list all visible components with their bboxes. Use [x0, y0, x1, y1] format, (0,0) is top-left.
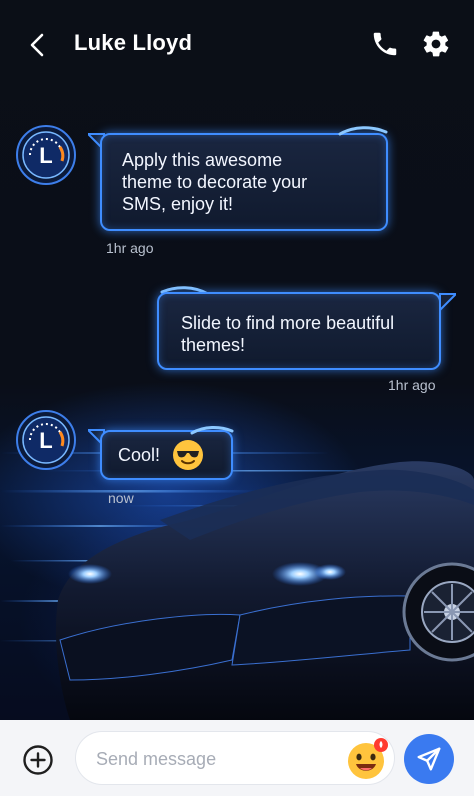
message-text-line: theme to decorate your [122, 172, 308, 192]
send-button[interactable] [404, 734, 454, 784]
message-text-line: Cool! [118, 445, 161, 465]
contact-avatar[interactable]: L [16, 410, 76, 470]
message-composer [0, 720, 474, 796]
message-text-line: Slide to find more beautiful [181, 313, 395, 333]
plus-circle-icon [23, 745, 53, 775]
chat-screen: Luke Lloyd L Apply this awesome theme to… [0, 0, 474, 796]
message-bubble-outgoing[interactable]: Slide to find more beautiful themes! [157, 292, 441, 370]
back-button[interactable] [22, 30, 52, 60]
speedometer-avatar-icon: L [16, 410, 76, 470]
chevron-left-icon [30, 33, 44, 57]
bubble-flare [338, 126, 388, 136]
avatar-letter: L [39, 143, 52, 168]
paper-plane-icon [417, 747, 441, 771]
message-input-container [76, 732, 394, 784]
message-timestamp: now [108, 490, 134, 506]
bubble-flare [190, 426, 234, 435]
car-wallpaper [0, 452, 474, 720]
settings-button[interactable] [421, 29, 451, 59]
contact-name: Luke Lloyd [74, 30, 193, 55]
contact-avatar[interactable]: L [16, 125, 76, 185]
sunglasses-emoji-icon [173, 440, 204, 470]
message-text-line: SMS, enjoy it! [122, 194, 234, 214]
emoji-button[interactable] [344, 737, 390, 781]
message-bubble-incoming[interactable]: Apply this awesome theme to decorate you… [100, 133, 388, 231]
message-input[interactable] [94, 745, 338, 773]
add-attachment-button[interactable] [22, 744, 54, 776]
phone-icon [373, 32, 397, 56]
avatar-letter: L [39, 428, 52, 453]
chat-header: Luke Lloyd [0, 0, 474, 88]
smiley-emoji-icon [348, 738, 388, 779]
message-timestamp: 1hr ago [106, 240, 154, 256]
speedometer-avatar-icon: L [16, 125, 76, 185]
message-text-line: themes! [181, 335, 246, 355]
gear-icon [423, 31, 449, 57]
bubble-tail [439, 293, 456, 312]
call-button[interactable] [370, 29, 400, 59]
message-timestamp: 1hr ago [388, 377, 436, 393]
message-text-line: Apply this awesome [122, 150, 283, 170]
